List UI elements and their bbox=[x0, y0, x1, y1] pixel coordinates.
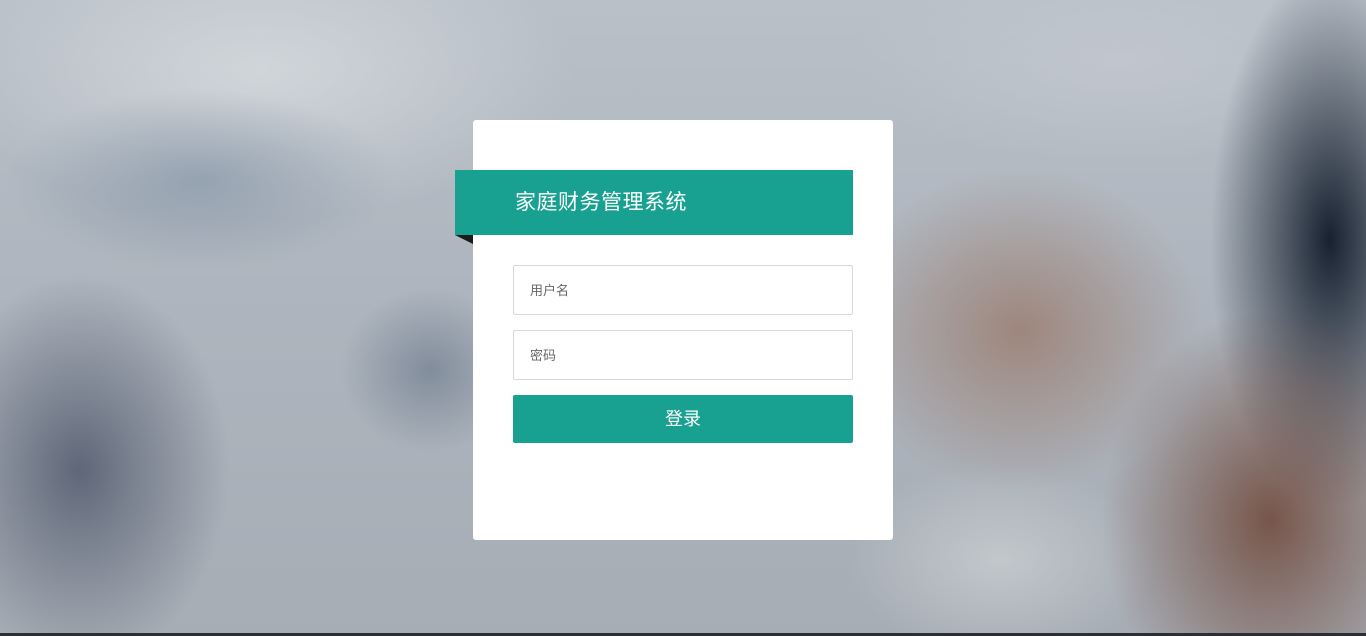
system-title: 家庭财务管理系统 bbox=[515, 190, 687, 214]
login-button[interactable]: 登录 bbox=[513, 395, 853, 443]
password-input[interactable] bbox=[513, 330, 853, 380]
username-input[interactable] bbox=[513, 265, 853, 315]
ribbon-fold bbox=[455, 235, 473, 244]
